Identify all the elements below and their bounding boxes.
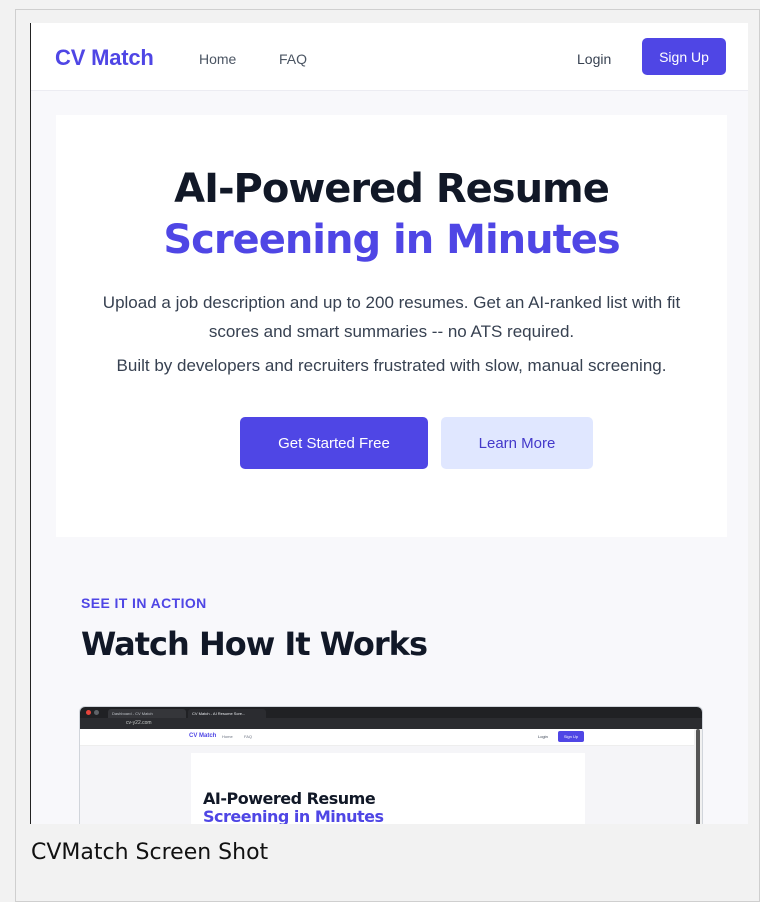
browser-tab: Dashboard - CV Match <box>108 709 186 718</box>
hero-card: AI-Powered Resume Screening in Minutes U… <box>56 115 727 537</box>
get-started-button[interactable]: Get Started Free <box>240 417 428 469</box>
nav-link-faq[interactable]: FAQ <box>279 51 307 67</box>
signup-button[interactable]: Sign Up <box>642 38 726 75</box>
window-control-icon <box>94 710 99 715</box>
embedded-signup: Sign Up <box>558 731 584 742</box>
hero-title-line2: Screening in Minutes <box>163 217 620 263</box>
embedded-navbar: CV Match Home FAQ Login Sign Up <box>80 729 694 746</box>
embedded-link-faq: FAQ <box>244 734 253 739</box>
embedded-title-line2: Screening in Minutes <box>203 807 384 824</box>
embedded-body: AI-Powered Resume Screening in Minutes <box>80 746 694 824</box>
figure-caption: CVMatch Screen Shot <box>31 840 269 865</box>
window-control-icon <box>86 710 91 715</box>
hero-subtitle: Upload a job description and up to 200 r… <box>102 293 681 341</box>
embedded-link-home: Home <box>222 734 233 739</box>
embedded-hero-card: AI-Powered Resume Screening in Minutes <box>191 753 585 824</box>
nav-link-home[interactable]: Home <box>199 51 236 67</box>
embedded-login: Login <box>538 734 548 739</box>
embedded-scrollbar-thumb <box>696 729 700 824</box>
embedded-title-line1: AI-Powered Resume <box>203 789 376 808</box>
embedded-brand: CV Match <box>189 733 217 739</box>
hero-note: Built by developers and recruiters frust… <box>116 356 667 375</box>
login-link[interactable]: Login <box>577 51 611 67</box>
learn-more-button[interactable]: Learn More <box>441 417 593 469</box>
page-viewport: CV Match Home FAQ Login Sign Up AI-Power… <box>30 23 748 824</box>
embedded-screenshot: Dashboard - CV Match CV Match - AI Resum… <box>80 707 702 824</box>
brand-logo[interactable]: CV Match <box>55 45 154 71</box>
embedded-scrollbar <box>694 729 702 824</box>
browser-tab-active: CV Match - AI Resume Scre... <box>188 709 266 718</box>
address-text: cv-y22.com <box>126 720 152 726</box>
figure-frame: CV Match Home FAQ Login Sign Up AI-Power… <box>15 9 760 902</box>
navbar: CV Match Home FAQ Login Sign Up <box>31 23 748 91</box>
hero-title-line1: AI-Powered Resume <box>174 166 610 212</box>
browser-tab-strip: Dashboard - CV Match CV Match - AI Resum… <box>80 707 702 718</box>
section-eyebrow: SEE IT IN ACTION <box>81 595 207 611</box>
section-title: Watch How It Works <box>81 625 428 663</box>
browser-address-bar: cv-y22.com <box>80 718 702 729</box>
